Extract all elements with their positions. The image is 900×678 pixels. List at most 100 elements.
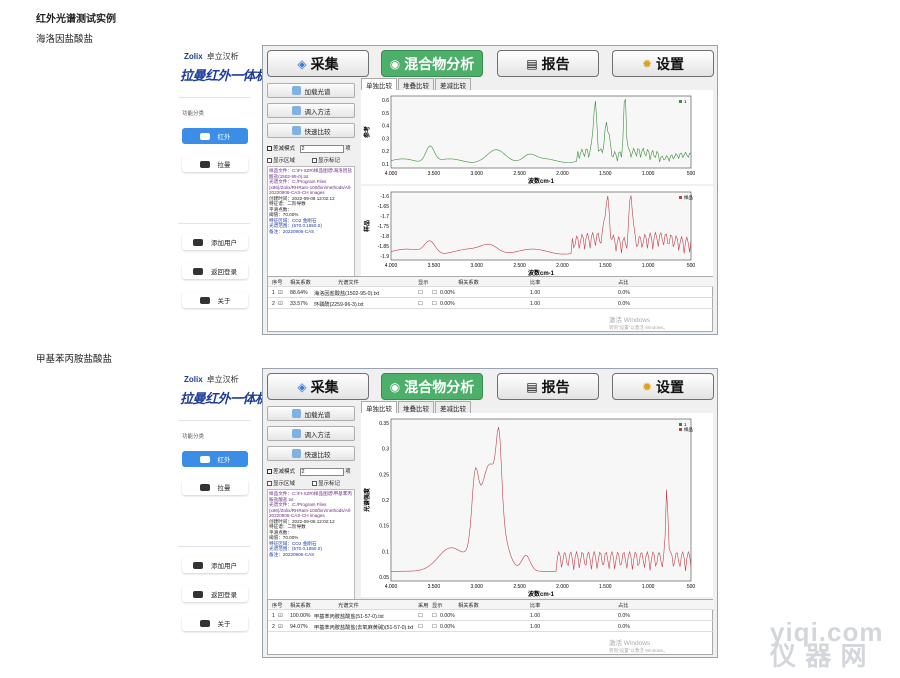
report-button[interactable]: ▤ 报告 <box>497 50 599 77</box>
show-marker-row[interactable]: 显示标记 <box>312 156 340 164</box>
infrared-icon <box>199 132 210 140</box>
user-icon <box>193 561 203 569</box>
table-cell: 100.00% <box>290 613 311 619</box>
column-header: 显示 <box>432 603 443 609</box>
sidebar: Zolix 卓立汉析 拉曼红外一体机 功能分类 红外 拉曼 添加用户 返回登录 关… <box>178 45 268 335</box>
table-row[interactable]: 1 ☑ 100.00% 甲基苯丙胺盐酸盐(51-57-0).txt ☐ ☐ 0.00% 1.0… <box>268 611 714 621</box>
add-user-button[interactable]: 添加用户 <box>182 557 248 573</box>
mixture-analysis-button[interactable]: ◉ 混合物分析 <box>381 50 483 77</box>
column-header: 采用 <box>418 603 429 609</box>
x-tick-label: 1.000 <box>642 263 655 269</box>
add-user-button[interactable]: 添加用户 <box>182 234 248 250</box>
table-cell: 1.00 <box>530 624 541 630</box>
table-cell: 0.00% <box>440 301 455 307</box>
table-row[interactable]: 1 ☑ 88.64% 海洛因盐酸盐(1502-95-0).txt ☐ ☐ 0.00% 1.00… <box>268 288 714 298</box>
column-header: 光谱文件 <box>338 603 359 609</box>
x-tick-label: 2.500 <box>513 584 526 590</box>
show-region-row[interactable]: 显示区域 <box>267 479 295 487</box>
site-watermark: yiqi.com 仪 器 网 <box>770 619 883 669</box>
checkbox-icon[interactable] <box>312 158 317 164</box>
show-marker-row[interactable]: 显示标记 <box>312 479 340 487</box>
quick-compare-button[interactable]: 快速比较 <box>267 123 355 138</box>
count-input[interactable]: 2 <box>299 145 344 153</box>
load-icon <box>291 86 301 95</box>
x-tick-label: 500 <box>687 171 696 177</box>
y-tick-label: -1.6 <box>380 194 389 200</box>
load-spectrum-button[interactable]: 加载光谱 <box>267 83 355 98</box>
column-header: 占比 <box>618 603 629 609</box>
checkbox-icon[interactable] <box>267 146 272 152</box>
table-row[interactable]: 2 ☑ 33.57% 环磷酰(2259-96-3).txt ☐ ☐ 0.00% 1.00 0.0… <box>268 299 714 309</box>
collect-button[interactable]: ◈ 采集 <box>267 373 369 400</box>
x-tick-label: 1.500 <box>599 584 612 590</box>
table-cell: 环磷酰(2259-96-3).txt <box>314 302 364 308</box>
settings-button[interactable]: ✹ 设置 <box>612 50 714 77</box>
checkbox-icon[interactable] <box>267 158 272 164</box>
count-input[interactable]: 2 <box>299 468 344 476</box>
x-tick-label: 3.000 <box>470 263 483 269</box>
plot-frame <box>390 95 692 169</box>
show-region-row[interactable]: 显示区域 <box>267 156 295 164</box>
about-button[interactable]: 关于 <box>182 615 248 631</box>
table-cell: ☑ <box>278 613 283 619</box>
table-cell: ☐ <box>418 613 423 619</box>
x-axis-label: 波数cm-1 <box>528 269 555 276</box>
back-to-login-button[interactable]: 返回登录 <box>182 263 248 279</box>
info-line: 备注：20220906-CAS <box>269 551 315 557</box>
table-cell: 甲基苯丙胺盐酸盐(去氧麻黄碱)(51-57-0).txt <box>314 625 414 631</box>
sample-chart: 4.000 3.500 3.000 2.500 2.000 1.500 1.000 500 -1… <box>361 186 713 277</box>
load-method-button[interactable]: 调入方法 <box>267 426 355 441</box>
column-header: 相关系数 <box>458 280 479 286</box>
brand-title: 拉曼红外一体机 <box>180 68 268 83</box>
table-cell: 1 <box>272 290 275 296</box>
table-cell: 0.00% <box>440 613 455 619</box>
infrared-icon <box>199 455 210 463</box>
page-heading: 红外光谱测试实例 <box>36 14 116 25</box>
quick-compare-button[interactable]: 快速比较 <box>267 446 355 461</box>
legend-swatch <box>679 196 682 199</box>
app-window: ◈ 采集 ◉ 混合物分析 ▤ 报告 ✹ 设置 加载光谱 调入方法 快速比较 差减模式 2… <box>262 368 718 658</box>
y-tick-label: -1.7 <box>380 214 389 220</box>
table-cell: ☐ <box>418 290 423 296</box>
subtract-mode-row[interactable]: 差减模式 2 项 <box>267 467 351 476</box>
table-cell: 2 <box>272 301 275 307</box>
column-header: 光谱文件 <box>338 280 359 286</box>
mixture-analysis-button[interactable]: ◉ 混合物分析 <box>381 373 483 400</box>
x-tick-label: 500 <box>687 584 696 590</box>
collect-button[interactable]: ◈ 采集 <box>267 50 369 77</box>
legend-swatch <box>679 423 682 426</box>
report-button[interactable]: ▤ 报告 <box>497 373 599 400</box>
legend-swatch <box>679 100 682 103</box>
y-tick-label: 0.1 <box>382 162 389 168</box>
y-tick-label: 0.1 <box>382 549 389 555</box>
sidebar-item-infrared[interactable]: 红外 <box>182 451 248 467</box>
settings-button[interactable]: ✹ 设置 <box>612 373 714 400</box>
load-method-button[interactable]: 调入方法 <box>267 103 355 118</box>
compare-icon <box>291 126 301 135</box>
back-to-login-button[interactable]: 返回登录 <box>182 586 248 602</box>
x-tick-label: 4.000 <box>385 263 398 269</box>
table-row[interactable]: 2 ☑ 94.07% 甲基苯丙胺盐酸盐(去氧麻黄碱)(51-57-0).txt ☐ ☐ 0.… <box>268 622 714 632</box>
sidebar-item-infrared[interactable]: 红外 <box>182 128 248 144</box>
x-tick-label: 1.500 <box>599 263 612 269</box>
gear-icon: ✹ <box>641 56 653 71</box>
sidebar-item-raman[interactable]: 拉曼 <box>182 479 248 495</box>
checkbox-icon[interactable] <box>312 481 317 487</box>
method-icon <box>291 106 301 115</box>
sidebar-item-raman[interactable]: 拉曼 <box>182 156 248 172</box>
table-cell: 0.0% <box>618 613 630 619</box>
user-icon <box>193 238 203 246</box>
logo: Zolix 卓立汉析 <box>184 375 239 384</box>
y-tick-label: 0.25 <box>379 472 389 478</box>
info-panel: 样品文件：C:\FI-XZR\样品图谱\海洛因盐酸盐(1502-95-0).tx… <box>267 166 355 278</box>
info-line: 样品文件：C:\FI-XZR\样品图谱\海洛因盐酸盐(1502-95-0).tx… <box>269 168 352 179</box>
about-button[interactable]: 关于 <box>182 292 248 308</box>
x-tick-label: 4.000 <box>385 171 398 177</box>
subtract-mode-row[interactable]: 差减模式 2 项 <box>267 144 351 153</box>
checkbox-icon[interactable] <box>267 481 272 487</box>
x-tick-label: 3.500 <box>428 263 441 269</box>
load-spectrum-button[interactable]: 加载光谱 <box>267 406 355 421</box>
y-tick-label: 0.6 <box>382 98 389 104</box>
checkbox-icon[interactable] <box>267 469 272 475</box>
y-tick-label: -1.75 <box>378 224 390 230</box>
